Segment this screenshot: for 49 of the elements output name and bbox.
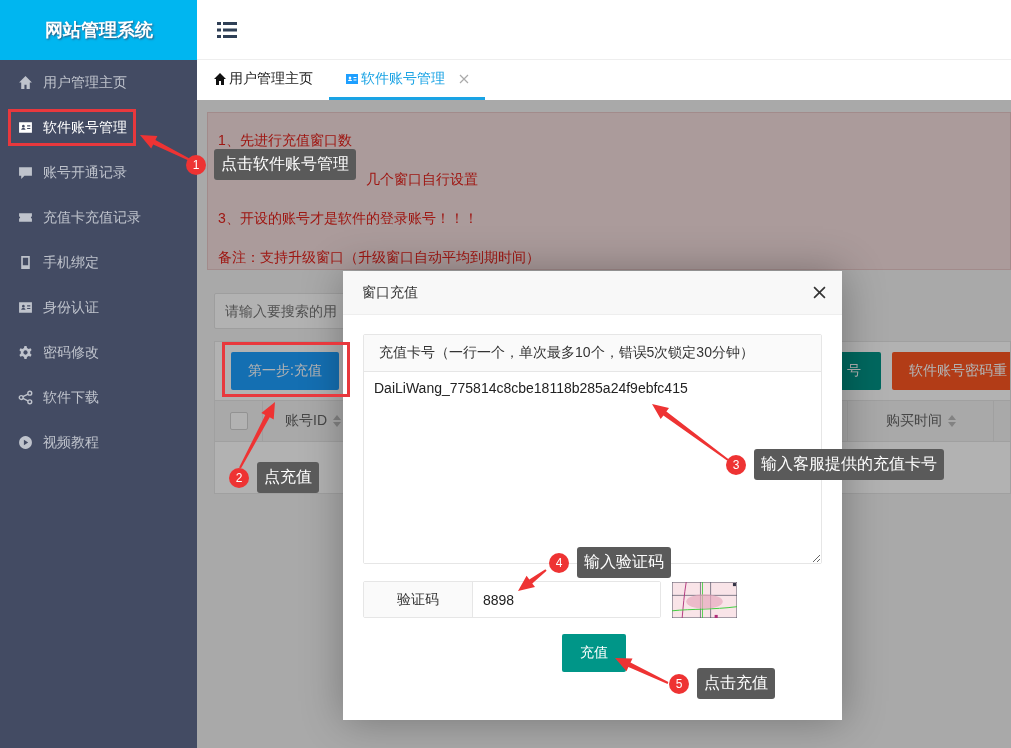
sort-icon[interactable] [947, 415, 956, 427]
captcha-field[interactable]: 验证码 8898 [363, 581, 661, 618]
site-title: 网站管理系统 [44, 19, 153, 42]
id-card-icon [18, 120, 33, 135]
tab[interactable]: 用户管理主页 [213, 60, 329, 100]
id-card-icon [345, 71, 359, 86]
home-icon [18, 75, 33, 90]
field-label: 验证码 [397, 590, 439, 609]
notice-text: 几个窗口自行设置 [366, 170, 478, 189]
callout-label: 输入验证码 [577, 547, 671, 578]
notice-text: 备注：支持升级窗口（升级窗口自动平均到期时间） [218, 248, 540, 267]
callout-label: 点击软件账号管理 [214, 149, 356, 180]
recharge-button[interactable]: 第一步:充值 [231, 352, 339, 390]
menu-icon[interactable] [217, 21, 237, 38]
chat-icon [18, 165, 33, 180]
sidebar-item[interactable]: 用户管理主页 [0, 60, 165, 105]
sidebar-item[interactable]: 手机绑定 [0, 240, 165, 285]
column-header[interactable]: 购买时间 [885, 412, 942, 430]
sidebar-item[interactable]: 身份认证 [0, 285, 165, 330]
tablet-icon [18, 255, 33, 270]
play-icon [18, 435, 33, 450]
notice-text: 1、先进行充值窗口数 [218, 131, 352, 150]
callout-label: 点击充值 [697, 668, 775, 699]
arrow [140, 135, 191, 161]
sidebar-item[interactable]: 软件下载 [0, 375, 165, 420]
home-icon [213, 71, 227, 86]
share-icon [18, 390, 33, 405]
dialog-title: 窗口充值 [362, 283, 418, 302]
close-icon[interactable] [813, 286, 826, 299]
sidebar-item[interactable]: 软件账号管理 [0, 105, 165, 150]
settings-icon [18, 345, 33, 360]
id-card-icon [18, 300, 33, 315]
sidebar-item[interactable]: 密码修改 [0, 330, 165, 375]
callout-label: 点充值 [257, 462, 319, 493]
sidebar-item[interactable]: 充值卡充值记录 [0, 195, 165, 240]
arrow [518, 569, 547, 591]
arrow [615, 658, 669, 684]
ticket-icon [18, 210, 33, 225]
callout-label: 输入客服提供的充值卡号 [754, 449, 944, 480]
column-header[interactable]: 账号ID [285, 412, 327, 430]
submit-button[interactable]: 充值 [562, 634, 626, 672]
sidebar-item[interactable]: 视频教程 [0, 420, 165, 465]
field-label: 充值卡号（一行一个，单次最多10个，错误5次锁定30分钟） [379, 344, 754, 362]
sort-icon[interactable] [333, 415, 341, 427]
arrow [239, 402, 275, 469]
checkbox[interactable] [229, 412, 248, 430]
sidebar-item[interactable]: 账号开通记录 [0, 150, 165, 195]
notice-text: 3、开设的账号才是软件的登录账号！！！ [218, 209, 478, 228]
toolbar-button[interactable]: 软件账号密码重 [892, 352, 1010, 390]
